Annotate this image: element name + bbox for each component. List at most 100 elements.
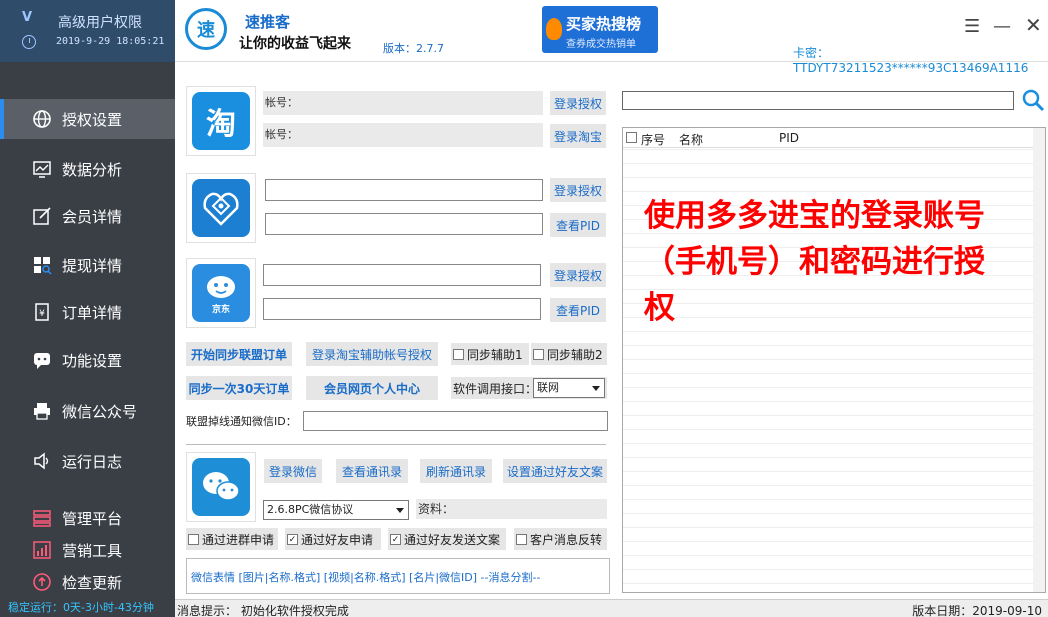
current-time: 2019-9-29 18:05:21 <box>56 36 165 47</box>
search-icon[interactable] <box>1021 88 1045 112</box>
promo-title: 买家热搜榜 <box>566 15 642 33</box>
checkbox-label: 同步辅助2 <box>547 347 603 362</box>
jd-logo-text: 京东 <box>211 304 230 315</box>
checkbox-label: 通过进群申请 <box>202 532 275 547</box>
offline-notify-label: 联盟掉线通知微信ID： <box>186 415 297 428</box>
hot-search-banner[interactable]: 买家热搜榜 查券成交热销单 <box>542 6 658 53</box>
sidebar-item-label: 功能设置 <box>62 351 123 370</box>
api-label: 软件调用接口： <box>453 381 538 396</box>
wechat-info-field: 资料： <box>416 499 607 519</box>
sidebar-item-wechat-official[interactable]: 微信公众号 <box>0 391 175 431</box>
card-key: 卡密：TTDYT73211523******93C13469A1116 <box>793 46 1029 75</box>
jd-account-input[interactable] <box>263 264 541 286</box>
sidebar: V 高级用户权限 2019-9-29 18:05:21 授权设置 数据分析 会员… <box>0 0 175 617</box>
pdd-account-input[interactable] <box>265 179 543 201</box>
send-friend-text-checkbox[interactable]: ✓ 通过好友发送文案 <box>388 528 506 550</box>
app-name: 速推客 <box>245 13 291 31</box>
jd-view-pid-button[interactable]: 查看PID <box>550 298 606 322</box>
flame-icon <box>546 18 562 40</box>
wechat-logo-box <box>186 452 256 522</box>
table-scrollbar[interactable] <box>1033 128 1045 592</box>
sync-30days-orders-button[interactable]: 同步一次30天订单 <box>186 376 292 400</box>
sidebar-item-label: 订单详情 <box>62 303 123 322</box>
sidebar-header: V 高级用户权限 2019-9-29 18:05:21 <box>0 0 175 62</box>
pdd-view-pid-button[interactable]: 查看PID <box>550 213 606 237</box>
taobao-account-2: 帐号： <box>263 123 543 147</box>
chart-icon <box>32 159 52 179</box>
wechat-protocol-select[interactable]: 2.6.8PC微信协议 <box>263 500 409 520</box>
app-header: 速 速推客 让你的收益飞起来 版本：2.7.7 买家热搜榜 查券成交热销单 ☰ … <box>175 0 1048 75</box>
sidebar-item-function-settings[interactable]: 功能设置 <box>0 340 175 380</box>
checkbox-label: 客户消息反转 <box>530 532 603 547</box>
column-no: 序号 <box>641 133 666 147</box>
member-center-button[interactable]: 会员网页个人中心 <box>306 376 438 400</box>
checkbox-box: ✓ <box>390 533 401 545</box>
sidebar-item-label: 授权设置 <box>62 110 123 129</box>
status-bar: 消息提示： 初始化软件授权完成 版本日期：2019-09-10 <box>175 599 1048 617</box>
pdd-logo <box>192 179 250 237</box>
api-select[interactable]: 联网 <box>533 378 605 398</box>
column-pid: PID <box>779 131 800 145</box>
wechat-logo <box>192 458 250 516</box>
bar-chart-icon <box>32 540 52 560</box>
taobao-assist-auth-button[interactable]: 登录淘宝辅助帐号授权 <box>306 342 438 366</box>
sidebar-item-auth-settings[interactable]: 授权设置 <box>0 99 175 139</box>
checkbox-box: ✓ <box>287 533 298 545</box>
sidebar-item-data-analysis[interactable]: 数据分析 <box>0 149 175 189</box>
view-contacts-button[interactable]: 查看通讯录 <box>336 459 408 483</box>
pdd-login-auth-button[interactable]: 登录授权 <box>550 178 606 202</box>
checkbox-box <box>533 348 544 360</box>
status-message: 消息提示： 初始化软件授权完成 <box>177 604 349 617</box>
printer-icon <box>32 401 52 421</box>
divider <box>186 444 606 445</box>
user-level-label: 高级用户权限 <box>58 15 142 31</box>
protocol-select-value: 2.6.8PC微信协议 <box>267 503 354 516</box>
svg-text:¥: ¥ <box>39 309 45 319</box>
checkbox-label: 同步辅助1 <box>467 347 523 362</box>
close-icon[interactable]: ✕ <box>1025 13 1042 37</box>
jd-logo: 京东 <box>192 264 250 322</box>
checkbox-box <box>188 533 199 545</box>
wechat-login-button[interactable]: 登录微信 <box>264 459 322 483</box>
sidebar-item-label: 营销工具 <box>62 541 123 560</box>
refresh-contacts-button[interactable]: 刷新通讯录 <box>420 459 492 483</box>
taobao-account-1: 帐号： <box>263 91 543 115</box>
sidebar-item-run-log[interactable]: 运行日志 <box>0 441 175 481</box>
taobao-login-auth-button[interactable]: 登录授权 <box>550 91 606 115</box>
jd-login-auth-button[interactable]: 登录授权 <box>550 263 606 287</box>
sync-assist1-checkbox[interactable]: 同步辅助1 <box>451 343 529 365</box>
customer-message-reverse-checkbox[interactable]: 客户消息反转 <box>514 528 607 550</box>
sidebar-item-label: 管理平台 <box>62 509 123 528</box>
taobao-login-button[interactable]: 登录淘宝 <box>550 124 606 148</box>
pdd-password-input[interactable] <box>265 213 543 235</box>
app-slogan: 让你的收益飞起来 <box>239 36 351 52</box>
sidebar-item-order-details[interactable]: ¥ 订单详情 <box>0 292 175 332</box>
sidebar-item-member-details[interactable]: 会员详情 <box>0 196 175 236</box>
menu-icon[interactable]: ☰ <box>964 16 980 37</box>
order-icon: ¥ <box>32 302 52 322</box>
search-input[interactable] <box>622 91 1014 110</box>
accept-group-request-checkbox[interactable]: 通过进群申请 <box>186 528 278 550</box>
edit-icon <box>32 206 52 226</box>
offline-notify-input[interactable] <box>303 411 608 431</box>
sidebar-item-withdraw-details[interactable]: 提现详情 <box>0 245 175 285</box>
promo-subtitle: 查券成交热销单 <box>566 39 636 50</box>
grid-search-icon <box>32 255 52 275</box>
sync-assist2-checkbox[interactable]: 同步辅助2 <box>531 343 607 365</box>
sidebar-item-check-update[interactable]: 检查更新 <box>0 562 175 602</box>
friend-text-settings-button[interactable]: 设置通过好友文案 <box>503 459 607 483</box>
jd-password-input[interactable] <box>263 298 541 320</box>
sidebar-item-label: 运行日志 <box>62 452 123 471</box>
sidebar-item-label: 检查更新 <box>62 573 123 592</box>
minimize-icon[interactable]: — <box>993 16 1011 37</box>
app-logo: 速 <box>185 8 227 50</box>
checkbox-label: 通过好友申请 <box>301 532 374 547</box>
pdd-logo-box <box>186 173 256 243</box>
message-format-tips: 微信表情 [图片|名称.格式] [视频|名称.格式] [名片|微信ID] --消… <box>186 558 610 594</box>
jd-logo-box: 京东 <box>186 258 256 328</box>
accept-friend-request-checkbox[interactable]: ✓ 通过好友申请 <box>285 528 381 550</box>
chevron-down-icon <box>592 386 600 391</box>
sync-union-orders-button[interactable]: 开始同步联盟订单 <box>186 342 292 366</box>
chevron-down-icon <box>396 508 404 513</box>
select-all-checkbox[interactable] <box>626 132 637 143</box>
